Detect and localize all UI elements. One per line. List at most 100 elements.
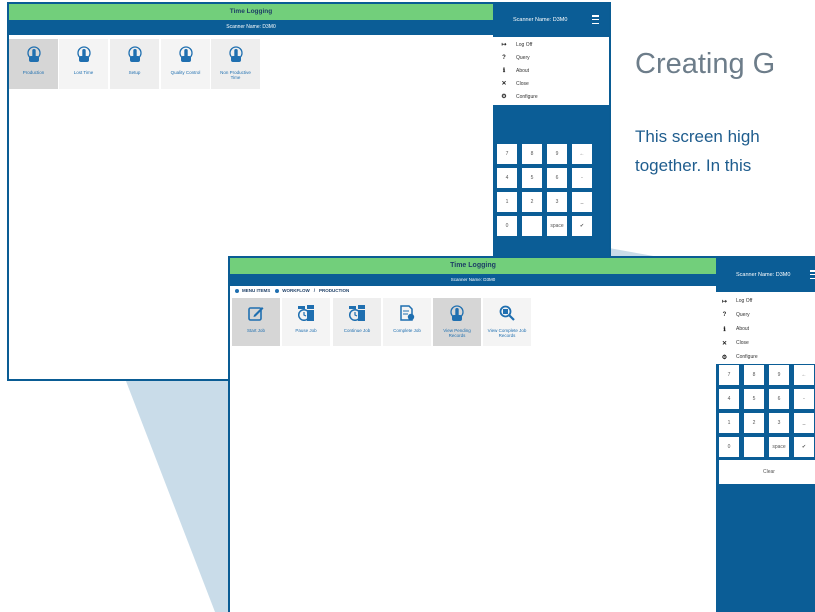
key-space[interactable]: space — [769, 437, 789, 457]
edit-icon — [248, 307, 264, 321]
screenshot-stage: Creating G This screen high together. In… — [0, 0, 815, 612]
breadcrumb-bullet-icon — [275, 288, 280, 293]
tile-setup[interactable]: Setup — [110, 39, 159, 89]
stopwatch-icon — [349, 305, 365, 321]
tile-view-pending-records[interactable]: View Pending Records — [433, 298, 481, 346]
tile-continue-job[interactable]: Continue Job — [333, 298, 381, 346]
key-blank[interactable] — [744, 437, 764, 457]
key-0[interactable]: 0 — [719, 437, 739, 457]
menu-item-label: About — [736, 326, 750, 332]
gears-icon: ⚙ — [501, 94, 507, 100]
menu-item-close[interactable]: ✕ Close — [716, 336, 749, 350]
menu-item-label: Log Off — [516, 41, 533, 48]
menu-item-about[interactable]: ℹ About — [716, 322, 749, 336]
key-9[interactable]: 9 — [547, 144, 567, 164]
key-space[interactable]: space — [547, 216, 567, 236]
key-underscore[interactable]: _ — [572, 192, 592, 212]
tile-label: Continue Job — [343, 328, 371, 333]
key-backspace[interactable]: ← — [572, 144, 592, 164]
tile-label: Quality Control — [170, 70, 201, 75]
paragraph-line: together. In this — [635, 156, 752, 175]
breadcrumb-item-workflow[interactable]: WORKFLOW — [282, 288, 310, 293]
menu-item-close[interactable]: ✕ Close — [493, 77, 529, 90]
side-menu: ↦ Log Off ? Query ℹ About ✕ Close ⚙ Conf… — [716, 292, 815, 364]
key-7[interactable]: 7 — [497, 144, 517, 164]
tile-label: Pause Job — [295, 328, 317, 333]
key-9[interactable]: 9 — [769, 365, 789, 385]
tile-pause-job[interactable]: Pause Job — [282, 298, 330, 346]
app-title: Time Logging — [230, 258, 716, 274]
close-box-icon: ✕ — [501, 81, 507, 87]
tile-complete-job[interactable]: Complete Job — [383, 298, 431, 346]
key-1[interactable]: 1 — [719, 413, 739, 433]
key-2[interactable]: 2 — [522, 192, 542, 212]
breadcrumb-item-menu-items[interactable]: MENU ITEMS — [242, 288, 270, 293]
key-4[interactable]: 4 — [719, 389, 739, 409]
key-enter[interactable]: ✔ — [572, 216, 592, 236]
key-2[interactable]: 2 — [744, 413, 764, 433]
tile-label: View Complete Job Records — [487, 328, 527, 339]
magnifier-icon — [499, 305, 515, 321]
tile-non-productive-time[interactable]: Non Productive Time — [211, 39, 260, 89]
scanner-label: Scanner Name: D3M0 — [230, 274, 716, 286]
tile-label: View Pending Records — [443, 328, 471, 339]
key-4[interactable]: 4 — [497, 168, 517, 188]
key-5[interactable]: 5 — [522, 168, 542, 188]
menu-item-configure[interactable]: ⚙ Configure — [716, 350, 758, 364]
tile-production[interactable]: Production — [9, 39, 58, 89]
key-6[interactable]: 6 — [547, 168, 567, 188]
hand-pointer-icon — [178, 46, 193, 62]
menu-item-log-off[interactable]: ↦ Log Off — [716, 294, 752, 308]
menu-item-label: Close — [736, 340, 749, 346]
key-8[interactable]: 8 — [522, 144, 542, 164]
menu-item-log-off[interactable]: ↦ Log Off — [493, 38, 532, 51]
key-3[interactable]: 3 — [769, 413, 789, 433]
tile-label: Lost Time — [73, 70, 94, 75]
logoff-icon: ↦ — [721, 298, 728, 305]
key-dash[interactable]: - — [794, 389, 814, 409]
hamburger-menu-icon[interactable] — [810, 270, 815, 279]
menu-item-label: Query — [516, 54, 530, 61]
tile-lost-time[interactable]: Lost Time — [59, 39, 108, 89]
tile-quality-control[interactable]: Quality Control — [161, 39, 210, 89]
info-icon: ℹ — [723, 326, 726, 333]
breadcrumb-separator: / — [313, 288, 316, 293]
logoff-icon: ↦ — [501, 42, 507, 48]
app-title: Time Logging — [9, 4, 493, 20]
menu-item-about[interactable]: ℹ About — [493, 64, 529, 77]
key-dash[interactable]: - — [572, 168, 592, 188]
tile-label: Non Productive Time — [220, 70, 251, 81]
tile-start-job[interactable]: Start Job — [232, 298, 280, 346]
document-check-icon — [400, 305, 415, 321]
key-8[interactable]: 8 — [744, 365, 764, 385]
key-3[interactable]: 3 — [547, 192, 567, 212]
side-header: Scanner Name: D3M0 — [736, 272, 791, 278]
clear-button[interactable]: Clear — [719, 460, 815, 484]
menu-item-label: Log Off — [736, 298, 753, 304]
menu-item-query[interactable]: ? Query — [493, 51, 530, 64]
key-backspace[interactable]: ← — [794, 365, 814, 385]
menu-item-query[interactable]: ? Query — [716, 308, 750, 322]
hand-pointer-icon — [127, 46, 142, 62]
key-7[interactable]: 7 — [719, 365, 739, 385]
key-underscore[interactable]: _ — [794, 413, 814, 433]
tile-label: Setup — [128, 70, 141, 75]
key-enter[interactable]: ✔ — [794, 437, 814, 457]
menu-item-configure[interactable]: ⚙ Configure — [493, 90, 537, 103]
breadcrumb-item-production: PRODUCTION — [319, 288, 350, 293]
key-0[interactable]: 0 — [497, 216, 517, 236]
hand-pointer-icon — [450, 305, 464, 321]
paragraph-line: This screen high — [635, 127, 760, 146]
key-1[interactable]: 1 — [497, 192, 517, 212]
menu-item-label: About — [516, 67, 530, 74]
stopwatch-icon — [298, 305, 314, 321]
hamburger-menu-icon[interactable] — [592, 15, 599, 24]
hand-pointer-icon — [76, 46, 91, 62]
menu-item-label: Close — [516, 80, 529, 87]
breadcrumb: MENU ITEMS WORKFLOW / PRODUCTION — [234, 288, 349, 293]
question-icon: ? — [502, 54, 506, 61]
key-5[interactable]: 5 — [744, 389, 764, 409]
key-blank[interactable] — [522, 216, 542, 236]
tile-view-complete-job-records[interactable]: View Complete Job Records — [483, 298, 531, 346]
key-6[interactable]: 6 — [769, 389, 789, 409]
